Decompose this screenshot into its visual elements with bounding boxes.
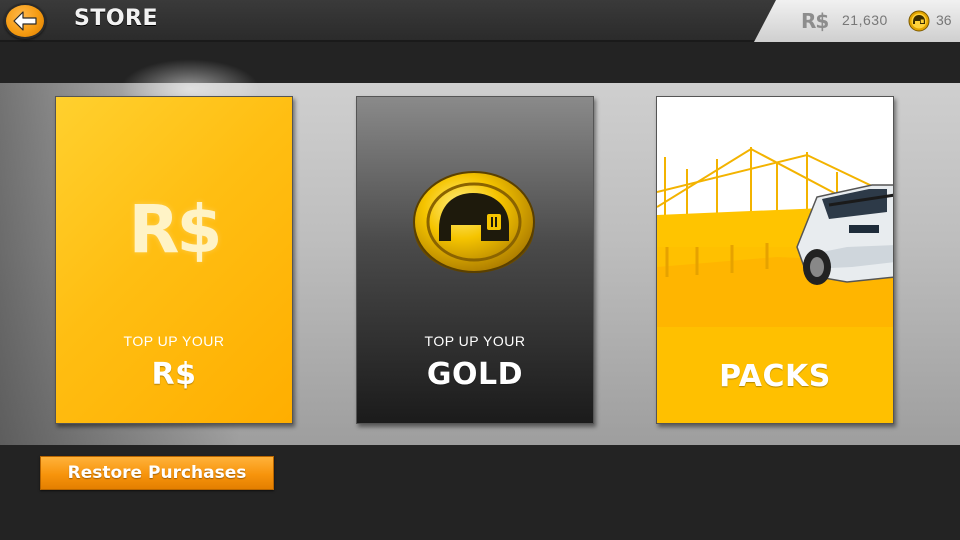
arrow-left-icon <box>13 11 37 31</box>
card-subtitle: TOP UP YOUR <box>424 333 526 349</box>
card-label: GOLD <box>426 357 524 392</box>
top-bar: STORE R$ 21,630 36 <box>0 0 960 42</box>
back-button[interactable] <box>4 3 46 39</box>
page-title: STORE <box>74 6 159 31</box>
card-packs[interactable]: PACKS <box>656 96 894 424</box>
rs-currency-symbol: R$ <box>801 9 829 33</box>
rs-balance: 21,630 <box>842 12 888 28</box>
card-label: R$ <box>151 357 197 392</box>
gold-helmet-coin-icon <box>908 10 930 32</box>
gold-helmet-coin-icon <box>413 171 535 273</box>
gold-balance: 36 <box>936 12 952 28</box>
card-label: PACKS <box>719 359 831 394</box>
card-top-up-rs[interactable]: R$ TOP UP YOUR R$ <box>55 96 293 424</box>
card-top-up-gold[interactable]: TOP UP YOUR GOLD <box>356 96 594 424</box>
card-subtitle: TOP UP YOUR <box>123 333 225 349</box>
restore-purchases-button[interactable]: Restore Purchases <box>40 456 274 490</box>
currency-panel: R$ 21,630 36 <box>754 0 960 42</box>
rs-big-symbol: R$ <box>128 191 223 268</box>
